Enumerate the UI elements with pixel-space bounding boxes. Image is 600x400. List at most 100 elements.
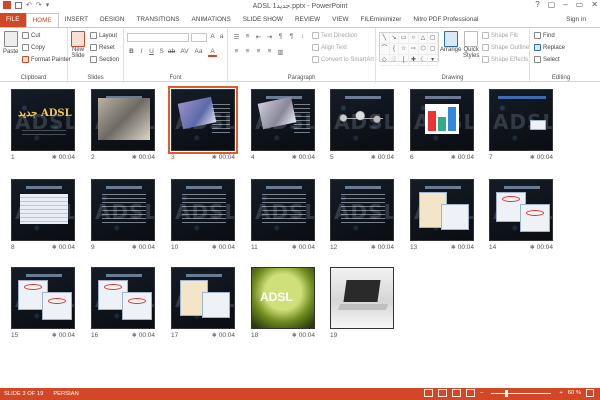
slide-preview[interactable]: ADSL <box>168 86 238 154</box>
rtl-icon[interactable]: ¶ <box>276 33 285 40</box>
ribbon-display-icon[interactable]: ▢ <box>548 0 556 9</box>
transition-star-icon[interactable]: ✱ <box>451 244 456 251</box>
shape-outline-button[interactable]: Shape Outline <box>482 44 529 51</box>
shape-oval-icon[interactable]: ○ <box>409 33 419 44</box>
transition-star-icon[interactable]: ✱ <box>451 154 456 161</box>
slide-preview[interactable]: ADSL <box>251 267 315 329</box>
transition-star-icon[interactable]: ✱ <box>212 244 217 251</box>
transition-star-icon[interactable]: ✱ <box>292 154 297 161</box>
tab-slide-show[interactable]: SLIDE SHOW <box>237 13 289 27</box>
slide-preview[interactable]: ADSL <box>171 179 235 241</box>
minimize-icon[interactable]: – <box>563 0 567 9</box>
shape-heart-icon[interactable]: ♡ <box>389 55 400 66</box>
shape-line-icon[interactable]: ╲ <box>380 33 390 44</box>
slide-preview[interactable]: ADSL <box>489 89 553 151</box>
italic-icon[interactable]: I <box>137 48 146 55</box>
shape-star-icon[interactable]: ☆ <box>399 44 409 55</box>
strikethrough-icon[interactable]: ab <box>167 48 176 55</box>
slide-preview[interactable]: ADSL <box>410 89 474 151</box>
align-left-icon[interactable]: ≡ <box>232 48 241 55</box>
new-slide-button[interactable]: New Slide <box>71 31 85 59</box>
line-spacing-icon[interactable]: ↕ <box>298 33 307 40</box>
slide-preview[interactable]: ADSL <box>91 89 155 151</box>
tab-view[interactable]: VIEW <box>326 13 354 27</box>
slide-preview[interactable]: ADSL <box>330 179 394 241</box>
transition-star-icon[interactable]: ✱ <box>371 244 376 251</box>
transition-star-icon[interactable]: ✱ <box>132 244 137 251</box>
transition-star-icon[interactable]: ✱ <box>52 332 57 339</box>
sign-in-link[interactable]: Sign in <box>566 16 586 23</box>
align-right-icon[interactable]: ≡ <box>254 48 263 55</box>
shape-right-arrow-icon[interactable]: ⇨ <box>409 44 419 55</box>
font-color-icon[interactable]: A <box>208 48 217 57</box>
spacing-icon[interactable]: AV <box>180 48 189 55</box>
tab-review[interactable]: REVIEW <box>289 13 326 27</box>
shape-rounded-icon[interactable]: ▢ <box>428 33 438 44</box>
arrange-button[interactable]: Arrange <box>440 31 461 53</box>
slide-preview[interactable]: ADSL <box>91 179 155 241</box>
transition-star-icon[interactable]: ✱ <box>212 332 217 339</box>
shape-arrow-icon[interactable]: ↘ <box>389 33 400 44</box>
close-icon[interactable]: ✕ <box>591 0 598 9</box>
slide-sorter[interactable]: ADSLجديد ADSL1✱00:04ADSL2✱00:04ADSL3✱00:… <box>0 83 600 388</box>
select-button[interactable]: Select <box>534 56 560 63</box>
format-painter-button[interactable]: Format Painter <box>22 56 71 63</box>
font-size-combo[interactable] <box>191 33 207 42</box>
reset-button[interactable]: Reset <box>90 44 115 51</box>
paste-button[interactable]: Paste <box>3 31 18 55</box>
transition-star-icon[interactable]: ✱ <box>292 332 297 339</box>
zoom-slider-knob[interactable] <box>505 389 509 397</box>
shape-triangle-icon[interactable]: △ <box>418 33 429 44</box>
bullets-icon[interactable]: ☰ <box>232 33 241 41</box>
slide-preview[interactable]: ADSL جديد ADSL <box>11 89 75 151</box>
shadow-icon[interactable]: S <box>157 48 166 55</box>
shape-curve-icon[interactable]: ⌒ <box>380 44 390 55</box>
slide-indicator[interactable]: SLIDE 3 OF 19 <box>4 391 43 397</box>
case-icon[interactable]: Aa <box>194 48 203 55</box>
shape-effects-button[interactable]: Shape Effects <box>482 56 528 63</box>
transition-star-icon[interactable]: ✱ <box>530 154 535 161</box>
shape-rect-icon[interactable]: ▭ <box>399 33 409 44</box>
slide-preview[interactable]: ADSL <box>11 179 75 241</box>
reading-view-icon[interactable] <box>452 389 462 397</box>
shape-bracket-icon[interactable]: [ <box>399 55 409 66</box>
convert-smartart-button[interactable]: Convert to SmartArt <box>312 56 374 63</box>
decrease-indent-icon[interactable]: ⇤ <box>254 33 263 41</box>
slide-sorter-view-icon[interactable] <box>438 389 448 397</box>
restore-icon[interactable]: ▭ <box>576 0 584 9</box>
slide-preview[interactable]: ADSL <box>330 89 394 151</box>
shape-diamond-icon[interactable]: ◇ <box>380 55 390 66</box>
transition-star-icon[interactable]: ✱ <box>52 154 57 161</box>
slide-preview[interactable]: ADSL <box>91 267 155 329</box>
zoom-in-icon[interactable]: + <box>559 390 562 396</box>
font-name-combo[interactable] <box>127 33 189 42</box>
zoom-slider[interactable] <box>491 389 552 397</box>
fit-slide-icon[interactable] <box>586 389 594 397</box>
shape-callout-icon[interactable]: ◻ <box>428 44 438 55</box>
shape-brace-icon[interactable]: { <box>389 44 400 55</box>
transition-star-icon[interactable]: ✱ <box>132 154 137 161</box>
transition-star-icon[interactable]: ✱ <box>212 154 217 161</box>
underline-icon[interactable]: U <box>147 48 156 55</box>
shape-fill-button[interactable]: Shape Fill <box>482 32 518 39</box>
tab-design[interactable]: DESIGN <box>94 13 131 27</box>
slide-preview[interactable]: ADSL <box>489 179 553 241</box>
transition-star-icon[interactable]: ✱ <box>292 244 297 251</box>
shapes-gallery[interactable]: ╲ ↘ ▭ ○ △ ▢ ⌒ { ☆ ⇨ ⬡ ◻ ◇ ♡ [ ✚ ☾ ▾ <box>379 32 439 66</box>
numbering-icon[interactable]: ≡ <box>243 33 252 40</box>
quick-styles-button[interactable]: Quick Styles <box>463 31 479 59</box>
tab-transitions[interactable]: TRANSITIONS <box>131 13 186 27</box>
slide-preview[interactable]: ADSL <box>251 89 315 151</box>
transition-star-icon[interactable]: ✱ <box>530 244 535 251</box>
slide-preview[interactable]: ADSL <box>11 267 75 329</box>
layout-button[interactable]: Layout <box>90 32 117 39</box>
tab-insert[interactable]: INSERT <box>59 13 94 27</box>
shape-hexagon-icon[interactable]: ⬡ <box>418 44 429 55</box>
shape-moon-icon[interactable]: ☾ <box>418 55 429 66</box>
tab-animations[interactable]: ANIMATIONS <box>186 13 237 27</box>
shape-cross-icon[interactable]: ✚ <box>409 55 419 66</box>
slide-preview[interactable]: ADSL <box>171 267 235 329</box>
ltr-icon[interactable]: ¶ <box>287 33 296 40</box>
cut-button[interactable]: Cut <box>22 32 40 39</box>
find-button[interactable]: Find <box>534 32 555 39</box>
